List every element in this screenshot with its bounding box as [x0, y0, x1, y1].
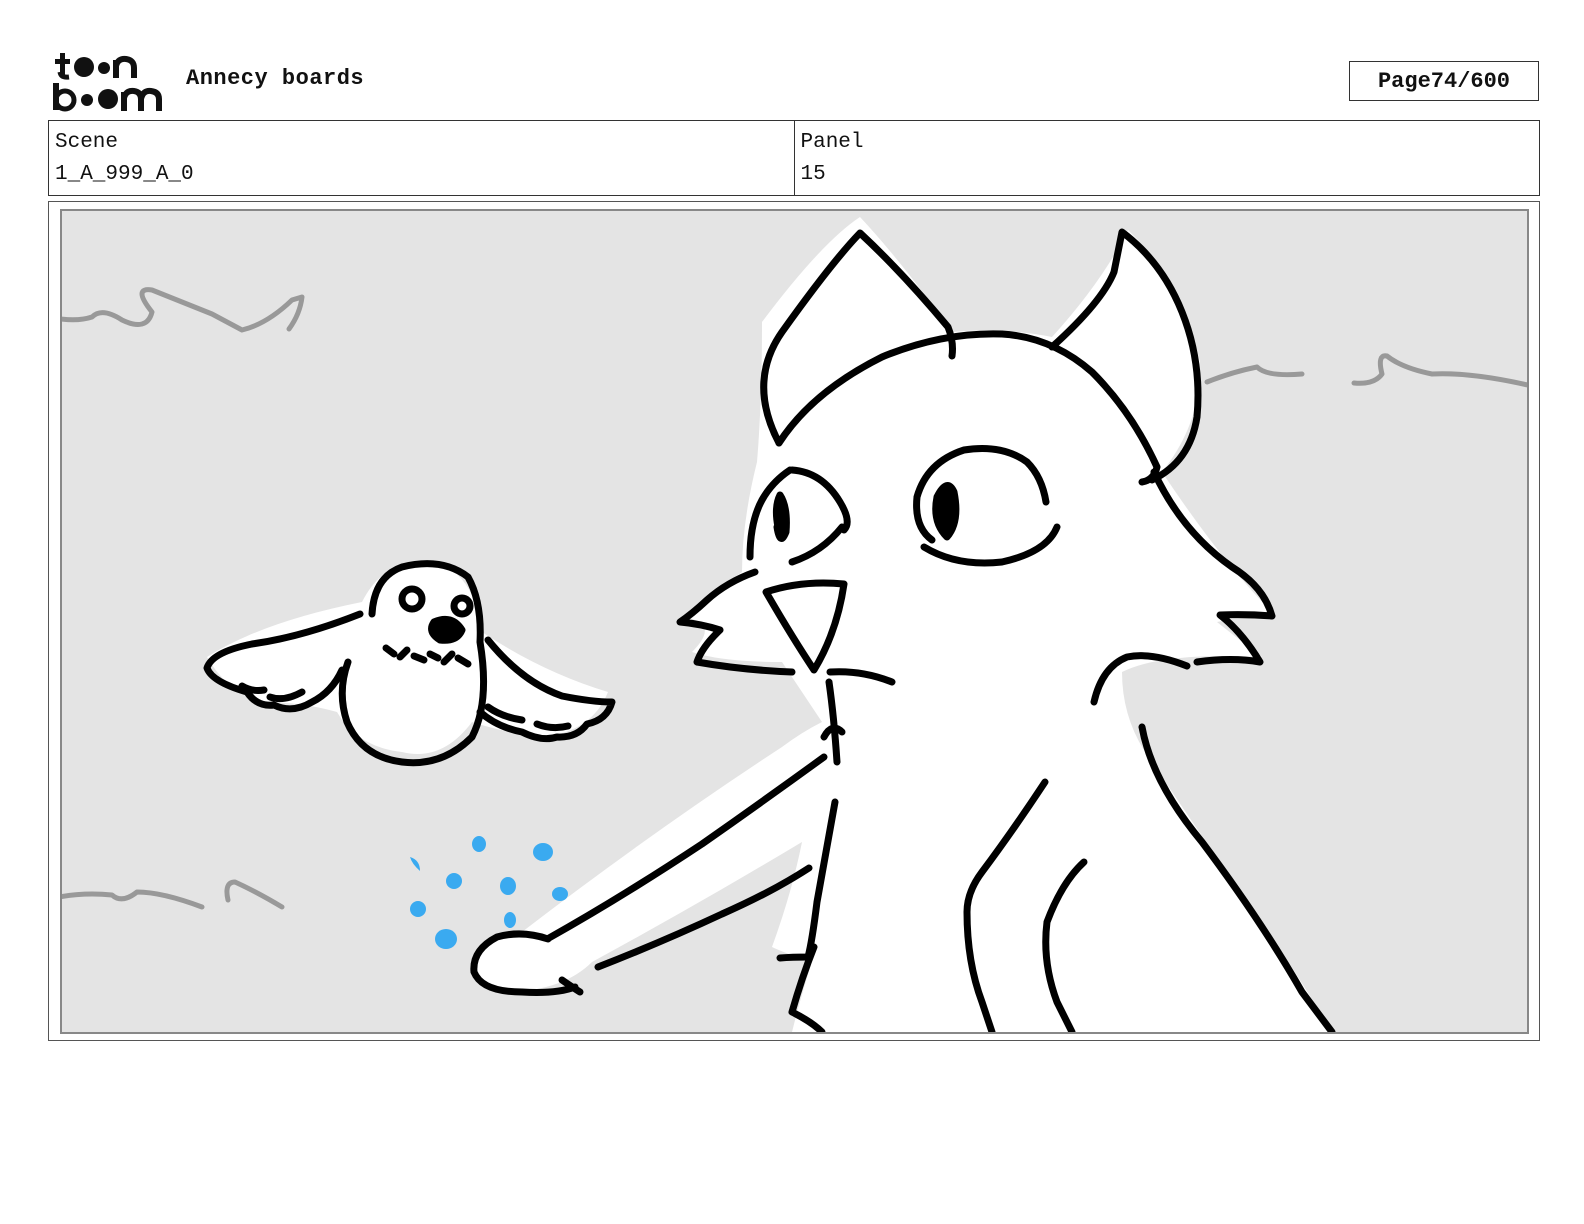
panel-cell: Panel 15 [793, 121, 1540, 195]
panel-value: 15 [800, 163, 826, 186]
storyboard-panel-image [60, 209, 1529, 1034]
scene-value: 1_A_999_A_0 [55, 163, 194, 186]
panel-label: Panel [800, 131, 864, 154]
scene-cell: Scene 1_A_999_A_0 [49, 121, 794, 195]
storyboard-panel-frame [48, 201, 1540, 1041]
page-number: 74/600 [1430, 68, 1511, 94]
scene-label: Scene [55, 131, 119, 154]
panel-drawing [62, 217, 1527, 1032]
page-label: Page [1377, 68, 1431, 94]
page-indicator: Page 74/600 [1349, 61, 1539, 101]
project-title: Annecy boards [186, 66, 365, 91]
toon-boom-logo-mark [53, 53, 162, 112]
toon-boom-logo [52, 50, 164, 114]
scene-panel-info: Scene 1_A_999_A_0 Panel 15 [48, 120, 1540, 196]
